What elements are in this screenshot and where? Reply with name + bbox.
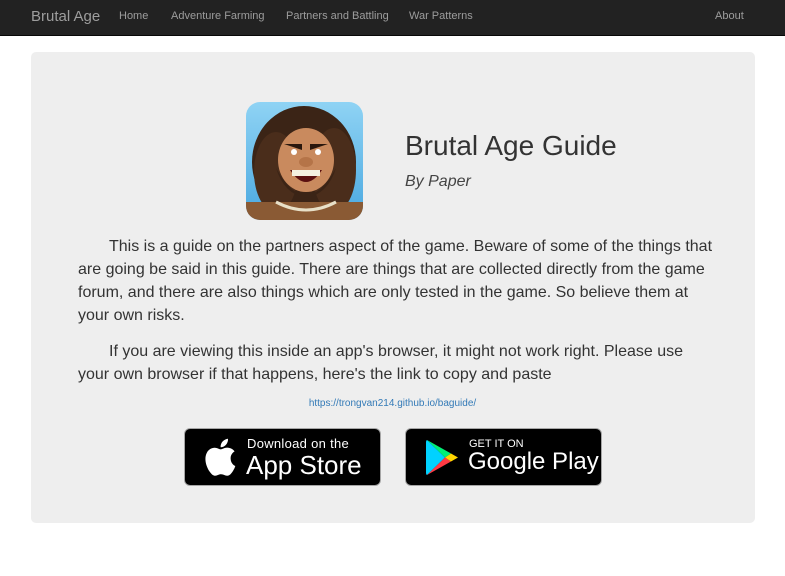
app-store-badge[interactable]: Download on the App Store [184, 428, 381, 486]
guide-url-link[interactable]: https://trongvan214.github.io/baguide/ [0, 398, 785, 409]
brutal-age-game-icon [246, 102, 363, 220]
google-play-big-label: Google Play [468, 448, 599, 475]
page-title: Brutal Age Guide [405, 130, 617, 161]
nav-link-war-patterns[interactable]: War Patterns [409, 10, 473, 22]
nav-link-adventure-farming[interactable]: Adventure Farming [171, 10, 265, 22]
google-play-badge[interactable]: GET IT ON Google Play [405, 428, 602, 486]
nav-link-partners-and-battling[interactable]: Partners and Battling [286, 10, 389, 22]
google-play-icon [426, 440, 458, 475]
app-store-big-label: App Store [246, 450, 362, 480]
browser-warning-paragraph: If you are viewing this inside an app's … [78, 343, 684, 383]
navbar-brand[interactable]: Brutal Age [31, 8, 100, 25]
apple-icon [205, 438, 236, 476]
nav-link-home[interactable]: Home [119, 10, 148, 22]
app-store-small-label: Download on the [247, 436, 350, 451]
byline: By Paper [405, 173, 471, 190]
nav-link-about[interactable]: About [715, 10, 744, 22]
intro-paragraph: This is a guide on the partners aspect o… [78, 238, 713, 324]
navbar: Brutal Age Home Adventure Farming Partne… [0, 0, 785, 36]
